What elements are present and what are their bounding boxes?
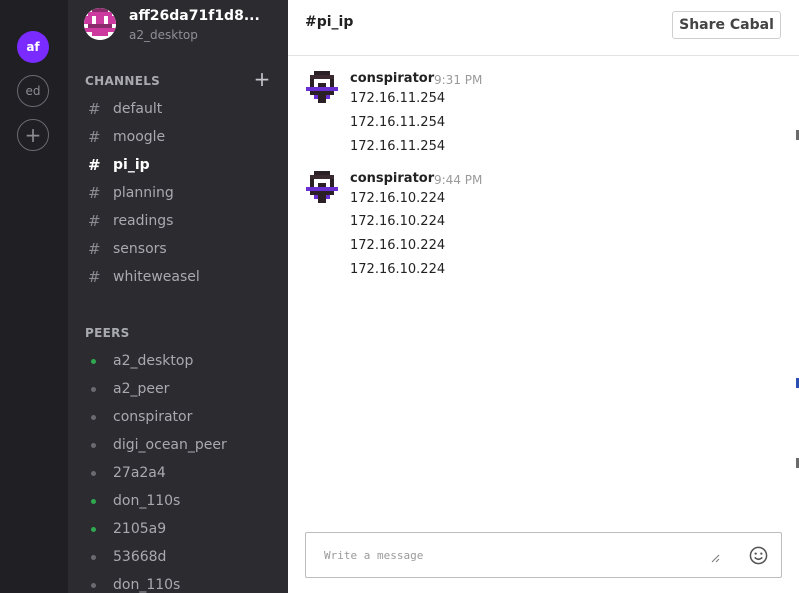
add-cabal-button[interactable]: + xyxy=(17,119,49,151)
channel-item-whiteweasel[interactable]: # whiteweasel xyxy=(88,265,278,289)
offline-status-icon xyxy=(91,554,96,560)
peer-item[interactable]: a2_peer xyxy=(88,377,278,401)
avatar xyxy=(84,8,116,40)
message-author[interactable]: conspirator xyxy=(350,71,434,86)
channel-label: default xyxy=(113,101,163,117)
channel-item-sensors[interactable]: # sensors xyxy=(88,237,278,261)
peer-label: don_110s xyxy=(113,493,181,509)
online-status-icon xyxy=(91,498,96,504)
channel-item-readings[interactable]: # readings xyxy=(88,209,278,233)
local-peer-name: a2_desktop xyxy=(129,28,198,42)
peers-section-title: PEERS xyxy=(85,326,130,340)
cabal-switcher-ed[interactable]: ed xyxy=(17,75,49,107)
peer-item[interactable]: digi_ocean_peer xyxy=(88,433,278,457)
online-status-icon xyxy=(91,526,96,532)
message-text: 172.16.10.224 xyxy=(350,262,446,277)
peer-label: digi_ocean_peer xyxy=(113,437,227,453)
message-text: 172.16.10.224 xyxy=(350,214,446,229)
message-text: 172.16.11.254 xyxy=(350,115,446,130)
channel-label: pi_ip xyxy=(113,157,150,173)
chat-header: #pi_ip Share Cabal xyxy=(288,0,799,56)
message-text: 172.16.10.224 xyxy=(350,191,446,206)
peer-label: 53668d xyxy=(113,549,167,565)
identicon-icon xyxy=(84,8,116,40)
share-cabal-button[interactable]: Share Cabal xyxy=(672,11,781,39)
message-text: 172.16.11.254 xyxy=(350,91,446,106)
peer-item[interactable]: don_110s xyxy=(88,573,278,593)
channel-label: readings xyxy=(113,213,174,229)
message-group: conspirator 9:31 PM 172.16.11.254 172.16… xyxy=(306,71,786,161)
offline-status-icon xyxy=(91,582,96,588)
message-composer[interactable]: Write a message xyxy=(305,532,782,578)
channel-item-planning[interactable]: # planning xyxy=(88,181,278,205)
peer-item[interactable]: 53668d xyxy=(88,545,278,569)
offline-status-icon xyxy=(91,442,96,448)
channel-title: #pi_ip xyxy=(305,14,354,30)
peer-label: 27a2a4 xyxy=(113,465,166,481)
channels-section-title: CHANNELS xyxy=(85,74,161,88)
plus-icon: + xyxy=(253,67,271,91)
peer-item[interactable]: conspirator xyxy=(88,405,278,429)
channel-label: moogle xyxy=(113,129,166,145)
peer-label: 2105a9 xyxy=(113,521,167,537)
message-group: conspirator 9:44 PM 172.16.10.224 172.16… xyxy=(306,171,786,281)
message-timestamp: 9:44 PM xyxy=(434,173,483,187)
message-text: 172.16.10.224 xyxy=(350,238,446,253)
peer-label: a2_desktop xyxy=(113,353,194,369)
message-timestamp: 9:31 PM xyxy=(434,73,483,87)
offline-status-icon xyxy=(91,414,96,420)
channel-item-default[interactable]: # default xyxy=(88,97,278,121)
channel-item-pi-ip[interactable]: # pi_ip xyxy=(88,153,278,177)
avatar[interactable] xyxy=(306,71,338,103)
hash-icon: # xyxy=(88,184,101,202)
cabal-header[interactable]: aff26da71f1d8... a2_desktop xyxy=(84,8,284,44)
add-channel-button[interactable]: + xyxy=(252,67,272,91)
peer-label: conspirator xyxy=(113,409,193,425)
resize-grip-icon[interactable] xyxy=(710,553,720,563)
offline-status-icon xyxy=(91,470,96,476)
chat-pane: #pi_ip Share Cabal conspirator 9:31 PM 1… xyxy=(288,0,799,593)
message-text: 172.16.11.254 xyxy=(350,139,446,154)
peer-label: don_110s xyxy=(113,577,181,593)
hash-icon: # xyxy=(88,240,101,258)
channel-sidebar: aff26da71f1d8... a2_desktop CHANNELS + #… xyxy=(68,0,288,593)
cabal-rail: af ed + xyxy=(0,0,68,593)
cabal-key-title: aff26da71f1d8... xyxy=(129,8,260,24)
message-author[interactable]: conspirator xyxy=(350,171,434,186)
channel-item-moogle[interactable]: # moogle xyxy=(88,125,278,149)
message-input[interactable]: Write a message xyxy=(324,549,423,562)
channel-label: whiteweasel xyxy=(113,269,200,285)
hash-icon: # xyxy=(88,268,101,286)
peer-item[interactable]: a2_desktop xyxy=(88,349,278,373)
peer-item[interactable]: 27a2a4 xyxy=(88,461,278,485)
online-status-icon xyxy=(91,358,96,364)
hash-icon: # xyxy=(88,156,101,174)
channel-label: sensors xyxy=(113,241,167,257)
peer-item[interactable]: 2105a9 xyxy=(88,517,278,541)
peer-label: a2_peer xyxy=(113,381,170,397)
peer-item[interactable]: don_110s xyxy=(88,489,278,513)
avatar[interactable] xyxy=(306,171,338,203)
hash-icon: # xyxy=(88,100,101,118)
smiley-icon[interactable] xyxy=(749,546,768,565)
hash-icon: # xyxy=(88,212,101,230)
channel-label: planning xyxy=(113,185,174,201)
hash-icon: # xyxy=(88,128,101,146)
cabal-switcher-af[interactable]: af xyxy=(17,31,49,63)
offline-status-icon xyxy=(91,386,96,392)
